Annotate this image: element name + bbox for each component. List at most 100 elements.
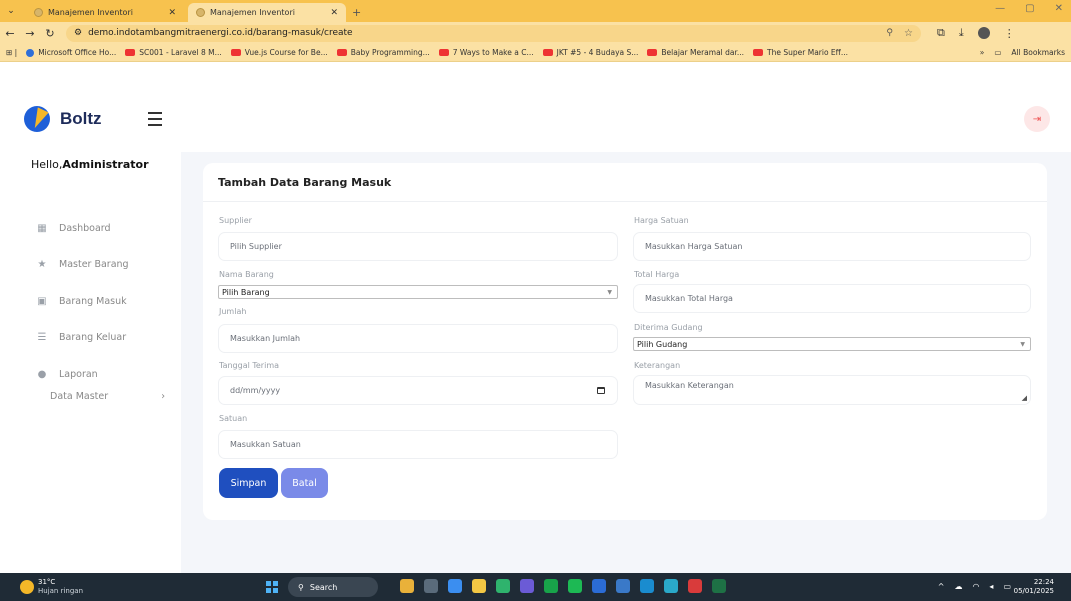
harga-label: Harga Satuan [634,216,689,225]
whatsapp-icon[interactable] [496,579,510,593]
taskbar-search[interactable]: ⚲ Search [288,577,378,597]
tanggal-input[interactable]: dd/mm/yyyy [218,376,618,405]
hamburger-menu-icon[interactable] [148,112,162,130]
favicon-icon [34,8,43,17]
sidebar-item-master-barang[interactable]: ★ Master Barang [37,247,129,284]
keterangan-textarea[interactable]: Masukkan Keterangan ◢ [633,375,1031,405]
cloud-icon[interactable]: ☁ [954,582,962,591]
tab-title: Manajemen Inventori [210,8,295,17]
nama-barang-label: Nama Barang [219,270,274,279]
url-field[interactable]: ⚙ demo.indotambangmitraenergi.co.id/bara… [66,24,921,42]
bookmark-star-icon[interactable]: ☆ [904,28,913,39]
more-bookmarks-button[interactable]: » [980,48,985,57]
folder-icon: ▭ [994,48,1002,57]
bookmark-item[interactable]: Baby Programming... [336,48,430,57]
clock[interactable]: 22:24 05/01/2025 [1014,578,1054,596]
favicon-icon [196,8,205,17]
url-text: demo.indotambangmitraenergi.co.id/barang… [88,28,353,38]
widgets-icon[interactable] [400,579,414,593]
minimize-icon[interactable]: — [995,3,1005,14]
bookmark-item[interactable]: Belajar Meramal dar... [647,48,744,57]
menu-kebab-icon[interactable]: ⋮ [1004,27,1015,40]
tab-search-icon[interactable]: ⌄ [0,0,22,22]
all-bookmarks-link[interactable]: All Bookmarks [1011,48,1065,57]
total-input[interactable]: Masukkan Total Harga [633,284,1031,313]
taskbar-apps [400,579,726,593]
sidebar-item-laporan[interactable]: ● Laporan [37,356,129,393]
harga-input[interactable]: Masukkan Harga Satuan [633,232,1031,261]
microsoft-icon [26,48,35,57]
bookmark-item[interactable]: SC001 - Laravel 8 M... [125,48,222,57]
forward-icon[interactable]: → [20,27,40,40]
resize-handle-icon[interactable]: ◢ [1022,394,1027,402]
store-icon[interactable] [592,579,606,593]
jumlah-label: Jumlah [219,307,247,316]
sidebar-item-barang-masuk[interactable]: ▣ Barang Masuk [37,283,129,320]
cancel-button[interactable]: Batal [281,468,328,498]
top-header: ⇥ [181,62,1071,152]
supplier-select[interactable]: Pilih Supplier [218,232,618,261]
jumlah-input[interactable]: Masukkan Jumlah [218,324,618,353]
info-icon: ● [37,368,47,380]
site-info-icon[interactable]: ⚙ [74,28,82,38]
photos-icon[interactable] [616,579,630,593]
profile-avatar[interactable] [977,27,990,39]
excel-icon[interactable] [712,579,726,593]
browser-tab-bar: ⌄ Manajemen Inventori ✕ Manajemen Invent… [0,0,1071,22]
form-card: Tambah Data Barang Masuk Supplier Pilih … [203,163,1047,520]
download-icon[interactable]: ⤓ [959,26,964,40]
nama-barang-select[interactable]: Pilih Barang ▼ [218,285,618,299]
chevron-up-icon[interactable]: ^ [938,582,945,591]
task-view-icon[interactable] [424,579,438,593]
app-icon[interactable] [688,579,702,593]
bookmark-item[interactable]: Vue.js Course for Be... [230,48,328,57]
bookmark-item[interactable]: 7 Ways to Make a C... [438,48,534,57]
app-icon[interactable] [640,579,654,593]
inbox-icon: ▣ [37,295,47,307]
bookmark-item[interactable]: Microsoft Office Ho... [26,48,116,57]
back-icon[interactable]: ← [0,27,20,40]
close-tab-icon[interactable]: ✕ [330,8,338,18]
weather-widget[interactable]: 31°C Hujan ringan [20,578,83,596]
extensions-icon[interactable]: ⧉ [937,26,945,40]
supplier-label: Supplier [219,216,252,225]
spotify-icon[interactable] [568,579,582,593]
sidebar-item-data-master[interactable]: Data Master › [50,391,165,402]
gudang-select[interactable]: Pilih Gudang ▼ [633,337,1031,351]
search-icon: ⚲ [298,582,304,592]
reload-icon[interactable]: ↻ [40,27,60,40]
sidebar-item-barang-keluar[interactable]: ☰ Barang Keluar [37,320,129,357]
file-explorer-icon[interactable] [472,579,486,593]
sidebar: Boltz Hello,Administrator ▦ Dashboard ★ … [0,62,181,573]
sidebar-item-dashboard[interactable]: ▦ Dashboard [37,210,129,247]
chevron-down-icon: ▼ [1020,340,1025,348]
brand-logo[interactable]: Boltz [24,106,102,132]
battery-icon[interactable]: ▭ [1003,582,1011,591]
chrome-icon[interactable] [448,579,462,593]
close-window-icon[interactable]: ✕ [1055,3,1063,14]
volume-icon[interactable]: ◂ [989,582,993,591]
window-controls: — ▢ ✕ [995,3,1063,14]
taskbar: 31°C Hujan ringan ⚲ Search ^ ☁ ◠ ◂ ▭ 22:… [0,573,1071,601]
start-icon[interactable] [266,581,278,593]
wifi-icon[interactable]: ◠ [972,582,979,591]
calendar-icon[interactable] [597,387,605,394]
bookmark-item[interactable]: The Super Mario Eff... [753,48,848,57]
xbox-icon[interactable] [544,579,558,593]
address-bar-row: ← → ↻ ⚙ demo.indotambangmitraenergi.co.i… [0,22,1071,44]
save-button[interactable]: Simpan [219,468,278,498]
new-tab-icon[interactable]: + [352,3,361,22]
maximize-icon[interactable]: ▢ [1025,3,1034,14]
brand-name: Boltz [60,109,102,128]
satuan-input[interactable]: Masukkan Satuan [218,430,618,459]
edge-icon[interactable] [664,579,678,593]
close-tab-icon[interactable]: ✕ [168,8,176,18]
logout-icon[interactable]: ⇥ [1024,106,1050,132]
apps-grid-icon[interactable]: ⊞ | [6,48,17,57]
browser-tab[interactable]: Manajemen Inventori ✕ [26,3,184,22]
bookmark-item[interactable]: JKT #5 - 4 Budaya S... [542,48,638,57]
browser-tab-active[interactable]: Manajemen Inventori ✕ [188,3,346,22]
list-icon: ☰ [37,332,47,344]
app-icon[interactable] [520,579,534,593]
zoom-icon[interactable]: ⚲ [886,28,893,38]
